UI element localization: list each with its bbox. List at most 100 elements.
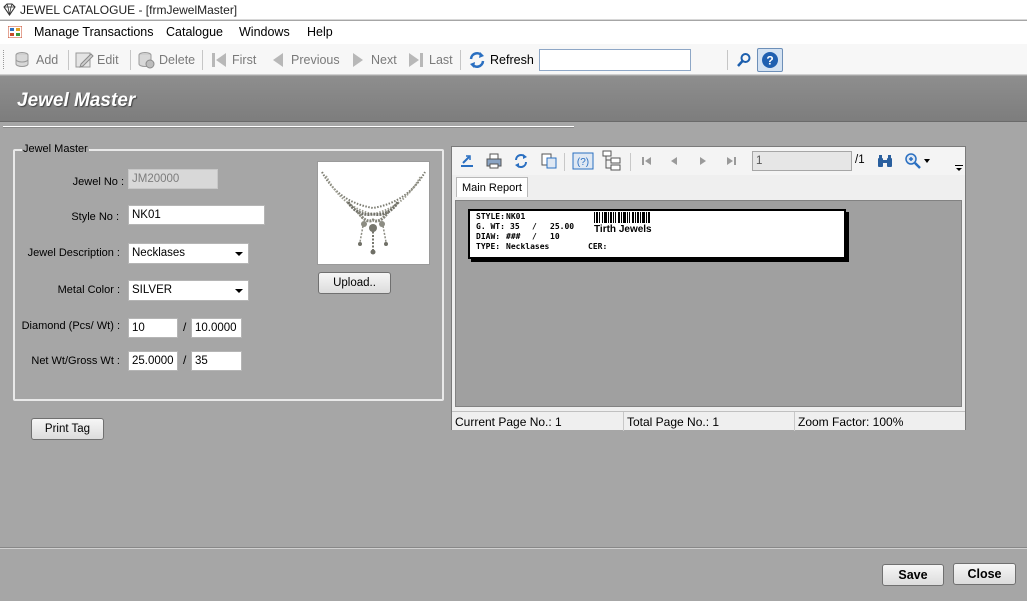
last-page-icon[interactable] [722, 152, 740, 170]
previous-button[interactable]: Previous [268, 49, 340, 71]
gross-wt-field[interactable] [191, 351, 242, 371]
toolbar-separator [130, 50, 131, 70]
export-icon[interactable] [458, 152, 476, 170]
refresh-label: Refresh [490, 53, 534, 67]
help-button[interactable]: ? [757, 48, 783, 72]
title-bar: JEWEL CATALOGUE - [frmJewelMaster] [0, 0, 1027, 20]
save-button[interactable]: Save [882, 564, 944, 586]
svg-text:?: ? [766, 54, 773, 68]
metal-color-value: SILVER [132, 284, 173, 296]
tag-style-value: NK01 [506, 212, 526, 221]
weight-label: Net Wt/Gross Wt : [31, 355, 120, 367]
page-title: Jewel Master [17, 90, 136, 111]
weight-slash: / [183, 353, 187, 367]
close-button[interactable]: Close [953, 563, 1016, 585]
save-label: Save [898, 568, 928, 582]
diamond-icon [3, 3, 16, 16]
chevron-down-icon [235, 289, 243, 293]
jewel-description-select[interactable]: Necklases [128, 243, 249, 264]
refresh-icon[interactable] [512, 152, 530, 170]
upload-button[interactable]: Upload.. [318, 272, 391, 294]
next-button[interactable]: Next [348, 49, 397, 71]
page-total: /1 [855, 154, 865, 166]
current-page-status: Current Page No.: 1 [455, 415, 562, 429]
next-label: Next [371, 53, 397, 67]
chevron-down-icon [235, 252, 243, 256]
edit-button[interactable]: Edit [74, 49, 119, 71]
diamond-pcs-field[interactable] [128, 318, 178, 338]
first-arrow-icon [212, 53, 226, 67]
first-button[interactable]: First [209, 49, 256, 71]
group-title: Jewel Master [22, 143, 89, 155]
parameter-icon[interactable]: (?) [572, 152, 594, 170]
last-label: Last [429, 53, 453, 67]
status-divider [794, 412, 795, 431]
jewel-description-label: Jewel Description : [27, 247, 120, 259]
page-number-input[interactable] [752, 151, 852, 171]
jewel-tag-preview: STYLE: NK01 G. WT: 35 / 25.00 DIAW: ### … [468, 209, 846, 259]
database-add-icon [15, 52, 29, 67]
mdi-menu-icon[interactable] [8, 26, 22, 38]
zoom-factor-status: Zoom Factor: 100% [798, 415, 904, 429]
upload-label: Upload.. [333, 277, 376, 289]
metal-color-select[interactable]: SILVER [128, 280, 249, 301]
toolbar-separator [460, 50, 461, 70]
footer-divider [0, 547, 1027, 549]
menu-windows[interactable]: Windows [239, 25, 290, 39]
delete-label: Delete [159, 53, 196, 67]
report-canvas: STYLE: NK01 G. WT: 35 / 25.00 DIAW: ### … [455, 200, 962, 407]
chevron-down-icon[interactable] [924, 159, 930, 163]
group-tree-icon[interactable] [602, 150, 622, 172]
tag-gwt-label: G. WT: [476, 222, 505, 231]
header-band: Jewel Master [0, 76, 1027, 122]
toolbar-separator [564, 153, 565, 171]
zoom-icon[interactable] [904, 152, 922, 170]
overflow-icon[interactable] [955, 165, 963, 173]
toolbar-separator [68, 50, 69, 70]
tag-type-value: Necklases [506, 242, 550, 251]
first-label: First [232, 53, 257, 67]
search-icon [737, 53, 751, 67]
search-input[interactable] [539, 49, 691, 71]
next-arrow-icon [353, 53, 363, 67]
status-divider [623, 412, 624, 431]
toolbar-separator [202, 50, 203, 70]
help-icon: ? [762, 52, 778, 68]
copy-icon[interactable] [540, 152, 558, 170]
next-page-icon[interactable] [694, 152, 712, 170]
menu-catalogue[interactable]: Catalogue [166, 25, 223, 39]
print-tag-label: Print Tag [44, 423, 91, 435]
tag-shop-name: Tirth Jewels [594, 224, 652, 235]
style-no-field[interactable] [128, 205, 265, 225]
tag-gwt-separator: / [532, 222, 537, 231]
first-page-icon[interactable] [638, 152, 656, 170]
tag-diaw-value2: 10 [550, 232, 560, 241]
metal-color-label: Metal Color : [57, 284, 120, 296]
binoculars-icon[interactable] [876, 152, 894, 170]
refresh-button[interactable]: Refresh [467, 49, 534, 71]
delete-button[interactable]: Delete [136, 49, 195, 71]
header-underline [3, 126, 574, 128]
svg-text:(?): (?) [577, 157, 589, 168]
tag-diaw-label: DIAW: [476, 232, 501, 241]
last-button[interactable]: Last [406, 49, 453, 71]
toolbar-separator [727, 50, 728, 70]
print-tag-button[interactable]: Print Tag [31, 418, 104, 440]
total-page-status: Total Page No.: 1 [627, 415, 720, 429]
tab-main-report[interactable]: Main Report [456, 177, 528, 197]
jewel-no-field[interactable] [128, 169, 218, 189]
print-icon[interactable] [485, 152, 503, 170]
menu-help[interactable]: Help [307, 25, 333, 39]
window-title: JEWEL CATALOGUE - [frmJewelMaster] [20, 3, 238, 17]
style-no-label: Style No : [71, 211, 119, 223]
menu-manage-transactions[interactable]: Manage Transactions [34, 25, 154, 39]
last-arrow-icon [409, 53, 423, 67]
add-button[interactable]: Add [13, 49, 58, 71]
search-button[interactable] [731, 48, 757, 72]
net-wt-field[interactable] [128, 351, 178, 371]
previous-page-icon[interactable] [665, 152, 683, 170]
report-toolbar: (?) /1 [452, 147, 965, 175]
tag-style-label: STYLE: [476, 212, 505, 221]
previous-arrow-icon [273, 53, 283, 67]
diamond-wt-field[interactable] [191, 318, 242, 338]
